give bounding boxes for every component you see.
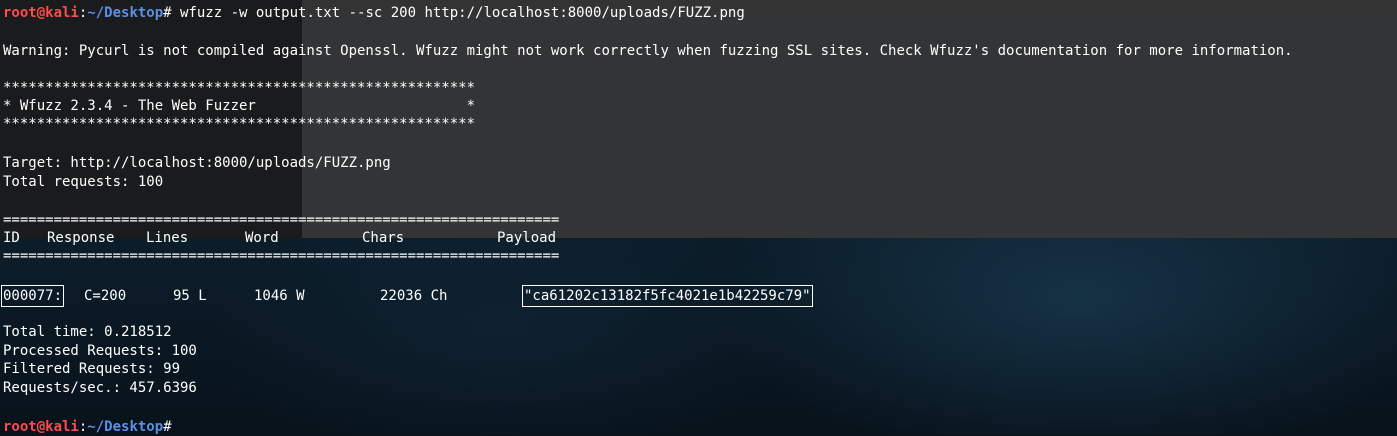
result-payload: "ca61202c13182f5fc4021e1b42259c79" xyxy=(522,285,813,307)
command-line: root@kali:~/Desktop# wfuzz -w output.txt… xyxy=(3,4,745,22)
header-lines: Lines xyxy=(146,230,189,246)
prompt-user-host: root@kali xyxy=(3,5,79,21)
terminal-output[interactable]: root@kali:~/Desktop# wfuzz -w output.txt… xyxy=(0,0,1397,435)
total-time-line: Total time: 0.218512 xyxy=(3,324,172,340)
warning-text: Warning: Pycurl is not compiled against … xyxy=(3,43,1293,59)
banner-top-border: ****************************************… xyxy=(3,80,476,96)
result-response: C=200 xyxy=(84,288,127,304)
result-chars: 22036 Ch xyxy=(380,288,448,304)
header-response: Response xyxy=(47,230,115,246)
header-chars: Chars xyxy=(362,230,405,246)
prompt-symbol: # xyxy=(163,419,172,435)
result-word: 1046 W xyxy=(254,288,305,304)
requests-per-sec-line: Requests/sec.: 457.6396 xyxy=(3,380,197,396)
filtered-requests-line: Filtered Requests: 99 xyxy=(3,361,181,377)
header-word: Word xyxy=(245,230,279,246)
prompt-path: ~/Desktop xyxy=(87,419,164,435)
result-id: 000077: xyxy=(0,285,65,307)
table-header: ID Response Lines Word Chars Payload xyxy=(3,229,903,247)
prompt-user-host: root@kali xyxy=(3,419,79,435)
command-text: wfuzz -w output.txt --sc 200 http://loca… xyxy=(171,5,745,21)
processed-requests-line: Processed Requests: 100 xyxy=(3,343,197,359)
prompt-path: ~/Desktop xyxy=(87,5,164,21)
banner-bottom-border: ****************************************… xyxy=(3,116,476,132)
separator-top: ========================================… xyxy=(3,212,560,228)
result-lines: 95 L xyxy=(173,288,207,304)
total-requests-line: Total requests: 100 xyxy=(3,174,164,190)
prompt-line[interactable]: root@kali:~/Desktop# xyxy=(3,418,172,436)
header-id: ID xyxy=(3,230,20,246)
banner-title: * Wfuzz 2.3.4 - The Web Fuzzer * xyxy=(3,98,476,114)
target-line: Target: http://localhost:8000/uploads/FU… xyxy=(3,155,391,171)
table-row: 000077: C=200 95 L 1046 W 22036 Ch "ca61… xyxy=(0,285,903,307)
prompt-symbol: # xyxy=(163,5,172,21)
separator-bottom: ========================================… xyxy=(3,248,560,264)
header-payload: Payload xyxy=(497,230,557,246)
